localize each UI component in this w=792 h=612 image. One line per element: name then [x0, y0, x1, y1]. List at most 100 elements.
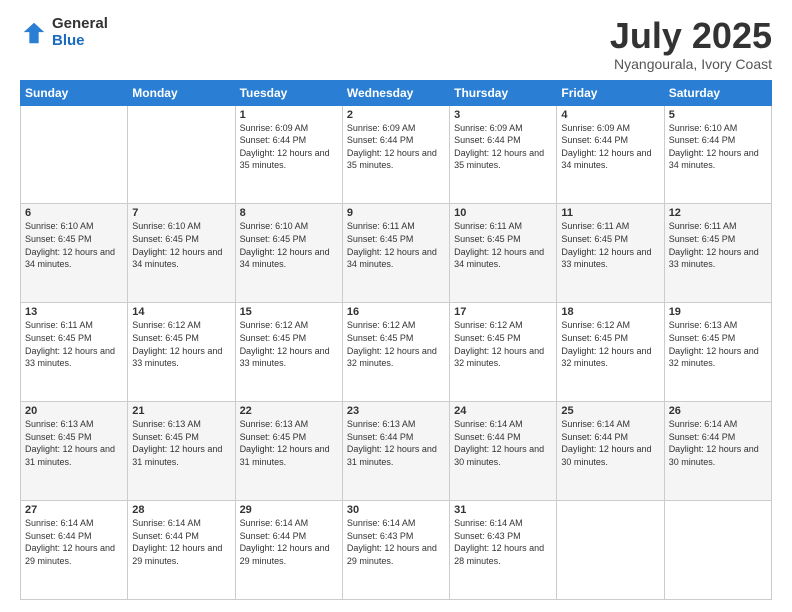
col-tuesday: Tuesday [235, 80, 342, 105]
calendar-week-row: 20 Sunrise: 6:13 AMSunset: 6:45 PMDayligh… [21, 402, 772, 501]
day-number: 26 [669, 405, 767, 417]
calendar-week-row: 6 Sunrise: 6:10 AMSunset: 6:45 PMDaylight… [21, 204, 772, 303]
day-info: Sunrise: 6:11 AMSunset: 6:45 PMDaylight:… [454, 221, 544, 269]
table-row: 23 Sunrise: 6:13 AMSunset: 6:44 PMDayligh… [342, 402, 449, 501]
calendar-week-row: 13 Sunrise: 6:11 AMSunset: 6:45 PMDayligh… [21, 303, 772, 402]
day-info: Sunrise: 6:10 AMSunset: 6:45 PMDaylight:… [240, 221, 330, 269]
day-number: 17 [454, 306, 552, 318]
title-block: July 2025 Nyangourala, Ivory Coast [610, 16, 772, 72]
day-info: Sunrise: 6:11 AMSunset: 6:45 PMDaylight:… [561, 221, 651, 269]
day-info: Sunrise: 6:14 AMSunset: 6:44 PMDaylight:… [240, 518, 330, 566]
day-number: 1 [240, 109, 338, 121]
day-info: Sunrise: 6:13 AMSunset: 6:45 PMDaylight:… [25, 419, 115, 467]
day-number: 16 [347, 306, 445, 318]
table-row: 13 Sunrise: 6:11 AMSunset: 6:45 PMDayligh… [21, 303, 128, 402]
month-title: July 2025 [610, 16, 772, 56]
day-number: 15 [240, 306, 338, 318]
table-row: 21Sunrise: 6:13 AMSunset: 6:45 PMDayligh… [128, 402, 235, 501]
table-row: 30Sunrise: 6:14 AMSunset: 6:43 PMDayligh… [342, 501, 449, 600]
logo-text: General Blue [52, 16, 108, 49]
day-info: Sunrise: 6:09 AMSunset: 6:44 PMDaylight:… [347, 123, 437, 171]
table-row: 10 Sunrise: 6:11 AMSunset: 6:45 PMDayligh… [450, 204, 557, 303]
day-number: 27 [25, 504, 123, 516]
day-number: 5 [669, 109, 767, 121]
logo: General Blue [20, 16, 108, 49]
table-row [21, 105, 128, 204]
day-info: Sunrise: 6:09 AMSunset: 6:44 PMDaylight:… [561, 123, 651, 171]
calendar-week-row: 1 Sunrise: 6:09 AMSunset: 6:44 PMDaylight… [21, 105, 772, 204]
col-thursday: Thursday [450, 80, 557, 105]
header: General Blue July 2025 Nyangourala, Ivor… [20, 16, 772, 72]
day-number: 12 [669, 207, 767, 219]
day-info: Sunrise: 6:11 AMSunset: 6:45 PMDaylight:… [347, 221, 437, 269]
table-row: 16 Sunrise: 6:12 AMSunset: 6:45 PMDayligh… [342, 303, 449, 402]
table-row: 28 Sunrise: 6:14 AMSunset: 6:44 PMDayligh… [128, 501, 235, 600]
logo-blue: Blue [52, 33, 108, 50]
day-info: Sunrise: 6:13 AMSunset: 6:45 PMDaylight:… [669, 320, 759, 368]
day-info: Sunrise: 6:12 AMSunset: 6:45 PMDaylight:… [454, 320, 544, 368]
day-number: 23 [347, 405, 445, 417]
logo-icon [20, 19, 48, 47]
table-row: 1 Sunrise: 6:09 AMSunset: 6:44 PMDaylight… [235, 105, 342, 204]
day-info: Sunrise: 6:11 AMSunset: 6:45 PMDaylight:… [25, 320, 115, 368]
day-info: Sunrise: 6:12 AMSunset: 6:45 PMDaylight:… [240, 320, 330, 368]
col-saturday: Saturday [664, 80, 771, 105]
table-row: 5 Sunrise: 6:10 AMSunset: 6:44 PMDaylight… [664, 105, 771, 204]
col-friday: Friday [557, 80, 664, 105]
day-info: Sunrise: 6:10 AMSunset: 6:45 PMDaylight:… [132, 221, 222, 269]
table-row: 15 Sunrise: 6:12 AMSunset: 6:45 PMDayligh… [235, 303, 342, 402]
day-info: Sunrise: 6:14 AMSunset: 6:44 PMDaylight:… [25, 518, 115, 566]
table-row: 20 Sunrise: 6:13 AMSunset: 6:45 PMDayligh… [21, 402, 128, 501]
table-row: 6 Sunrise: 6:10 AMSunset: 6:45 PMDaylight… [21, 204, 128, 303]
day-number: 6 [25, 207, 123, 219]
table-row: 7 Sunrise: 6:10 AMSunset: 6:45 PMDaylight… [128, 204, 235, 303]
calendar-week-row: 27 Sunrise: 6:14 AMSunset: 6:44 PMDayligh… [21, 501, 772, 600]
day-number: 11 [561, 207, 659, 219]
day-number: 13 [25, 306, 123, 318]
day-info: Sunrise: 6:10 AMSunset: 6:45 PMDaylight:… [25, 221, 115, 269]
table-row: 9 Sunrise: 6:11 AMSunset: 6:45 PMDaylight… [342, 204, 449, 303]
col-monday: Monday [128, 80, 235, 105]
table-row: 27 Sunrise: 6:14 AMSunset: 6:44 PMDayligh… [21, 501, 128, 600]
day-number: 18 [561, 306, 659, 318]
day-info: Sunrise: 6:14 AMSunset: 6:44 PMDaylight:… [454, 419, 544, 467]
table-row: 8 Sunrise: 6:10 AMSunset: 6:45 PMDaylight… [235, 204, 342, 303]
col-sunday: Sunday [21, 80, 128, 105]
table-row: 29Sunrise: 6:14 AMSunset: 6:44 PMDayligh… [235, 501, 342, 600]
day-number: 25 [561, 405, 659, 417]
day-info: Sunrise: 6:12 AMSunset: 6:45 PMDaylight:… [561, 320, 651, 368]
day-info: Sunrise: 6:14 AMSunset: 6:44 PMDaylight:… [669, 419, 759, 467]
day-number: 20 [25, 405, 123, 417]
day-info: Sunrise: 6:09 AMSunset: 6:44 PMDaylight:… [454, 123, 544, 171]
day-info: Sunrise: 6:12 AMSunset: 6:45 PMDaylight:… [347, 320, 437, 368]
day-info: Sunrise: 6:14 AMSunset: 6:44 PMDaylight:… [561, 419, 651, 467]
day-number: 2 [347, 109, 445, 121]
day-number: 28 [132, 504, 230, 516]
day-info: Sunrise: 6:14 AMSunset: 6:43 PMDaylight:… [347, 518, 437, 566]
table-row: 12Sunrise: 6:11 AMSunset: 6:45 PMDayligh… [664, 204, 771, 303]
day-number: 14 [132, 306, 230, 318]
table-row: 31Sunrise: 6:14 AMSunset: 6:43 PMDayligh… [450, 501, 557, 600]
day-info: Sunrise: 6:13 AMSunset: 6:44 PMDaylight:… [347, 419, 437, 467]
table-row: 17 Sunrise: 6:12 AMSunset: 6:45 PMDayligh… [450, 303, 557, 402]
day-info: Sunrise: 6:14 AMSunset: 6:44 PMDaylight:… [132, 518, 222, 566]
table-row: 25 Sunrise: 6:14 AMSunset: 6:44 PMDayligh… [557, 402, 664, 501]
table-row: 19Sunrise: 6:13 AMSunset: 6:45 PMDayligh… [664, 303, 771, 402]
day-info: Sunrise: 6:10 AMSunset: 6:44 PMDaylight:… [669, 123, 759, 171]
page: General Blue July 2025 Nyangourala, Ivor… [0, 0, 792, 612]
day-number: 8 [240, 207, 338, 219]
day-info: Sunrise: 6:13 AMSunset: 6:45 PMDaylight:… [240, 419, 330, 467]
day-info: Sunrise: 6:13 AMSunset: 6:45 PMDaylight:… [132, 419, 222, 467]
day-number: 24 [454, 405, 552, 417]
col-wednesday: Wednesday [342, 80, 449, 105]
table-row: 2 Sunrise: 6:09 AMSunset: 6:44 PMDaylight… [342, 105, 449, 204]
day-number: 10 [454, 207, 552, 219]
table-row: 4Sunrise: 6:09 AMSunset: 6:44 PMDaylight… [557, 105, 664, 204]
day-number: 7 [132, 207, 230, 219]
table-row: 14Sunrise: 6:12 AMSunset: 6:45 PMDayligh… [128, 303, 235, 402]
table-row [557, 501, 664, 600]
table-row: 26 Sunrise: 6:14 AMSunset: 6:44 PMDayligh… [664, 402, 771, 501]
day-number: 9 [347, 207, 445, 219]
day-info: Sunrise: 6:09 AMSunset: 6:44 PMDaylight:… [240, 123, 330, 171]
day-number: 22 [240, 405, 338, 417]
